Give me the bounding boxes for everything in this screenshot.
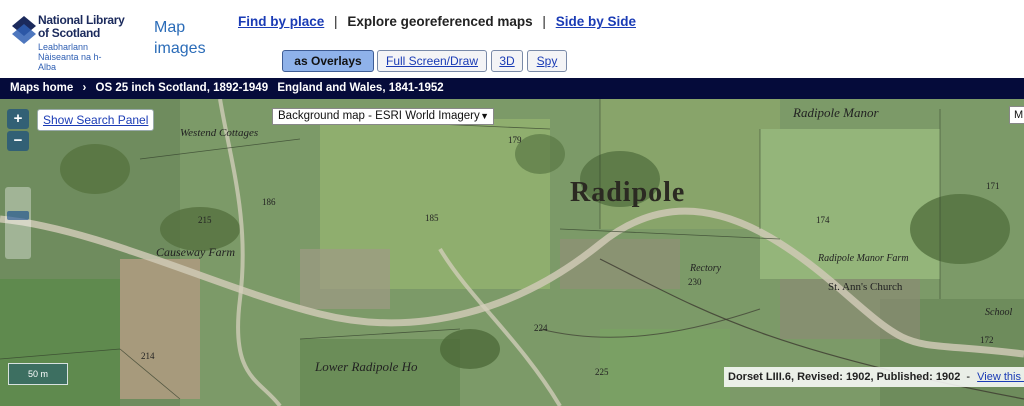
explore-current-item: Explore georeferenced maps [347,14,533,29]
zoom-slider-handle[interactable] [7,211,29,220]
breadcrumb-maps-home[interactable]: Maps home [10,82,73,94]
view-this-map-link[interactable]: View this map [977,371,1024,383]
as-overlays-button[interactable]: as Overlays [282,50,374,72]
background-map-select[interactable]: Background map - ESRI World Imagery ▼ [272,108,494,125]
map-label-parcel: 230 [688,277,702,287]
logo-gaelic-text: Leabharlann Nàiseanta na h-Alba [38,42,102,72]
background-map-select-value: Background map - ESRI World Imagery [278,110,480,122]
map-viewport[interactable]: Radipole Radipole Manor Radipole Manor F… [0,99,1024,406]
zoom-out-button[interactable]: − [7,131,29,151]
sheet-info: Dorset LIII.6, Revised: 1902, Published:… [728,371,961,383]
zoom-slider[interactable] [5,187,31,259]
map-label-causeway-farm: Causeway Farm [156,245,235,259]
right-map-control[interactable]: M [1009,106,1024,124]
breadcrumb-arrow-icon: › [82,82,87,94]
breadcrumb-series[interactable]: OS 25 inch Scotland, 1892-1949 [96,82,269,94]
map-label-parcel: 215 [198,215,212,225]
find-by-place-link[interactable]: Find by place [238,14,324,29]
dropdown-arrow-icon: ▼ [480,111,489,121]
spy-button[interactable]: Spy [527,50,567,72]
nls-logo[interactable]: National Library of Scotland Leabharlann… [12,12,132,72]
map-label-westend-cottages: Westend Cottages [180,127,259,139]
map-label-radipole-manor: Radipole Manor [793,105,879,120]
map-label-parcel: 174 [816,215,830,225]
3d-button[interactable]: 3D [491,50,523,72]
logo-title: National Library of Scotland [38,13,125,40]
nav-separator: | [542,14,546,29]
breadcrumb: Maps home › OS 25 inch Scotland, 1892-19… [0,78,1024,99]
map-label-parcel: 171 [986,181,1000,191]
full-screen-draw-button[interactable]: Full Screen/Draw [377,50,487,72]
breadcrumb-series-england-wales[interactable]: England and Wales, 1841-1952 [277,82,443,94]
site-header: National Library of Scotland Leabharlann… [0,0,1024,78]
map-label-rectory: Rectory [690,263,722,274]
side-by-side-link[interactable]: Side by Side [556,14,636,29]
map-label-parcel: 185 [425,213,439,223]
sheet-separator: - [966,371,971,383]
map-label-parcel: 172 [980,335,994,345]
map-label-lower-radipole: Lower Radipole Ho [315,359,418,374]
map-label-parcel: 214 [141,351,155,361]
map-label-st-anns-church: St. Ann's Church [828,281,903,293]
map-label-parcel: 225 [595,367,609,377]
nls-logo-icon [12,16,36,44]
map-label-school: School [985,307,1013,318]
map-label-radipole: Radipole [570,177,686,208]
zoom-controls: + − [7,109,29,153]
map-label-parcel: 224 [534,323,548,333]
zoom-in-button[interactable]: + [7,109,29,129]
map-sheet-attribution: Dorset LIII.6, Revised: 1902, Published:… [724,367,1024,387]
top-navigation: Find by place | Explore georeferenced ma… [238,14,636,29]
map-label-parcel: 186 [262,197,276,207]
scale-bar: 50 m [8,363,68,385]
map-label-radipole-manor-farm: Radipole Manor Farm [818,253,909,264]
map-label-parcel: 179 [508,135,522,145]
nav-separator: | [334,14,338,29]
site-title[interactable]: Map images [154,17,224,59]
show-search-panel-button[interactable]: Show Search Panel [37,109,155,131]
